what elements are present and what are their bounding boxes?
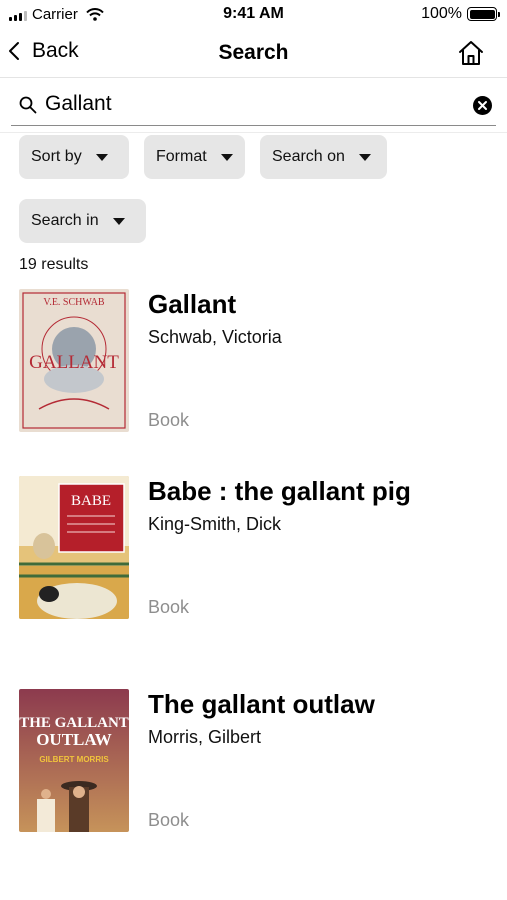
result-author: Morris, Gilbert: [148, 727, 262, 747]
caret-down-icon: [112, 217, 125, 225]
search-on-dropdown[interactable]: Search on: [260, 135, 387, 179]
caret-down-icon: [95, 153, 108, 161]
result-format: Book: [148, 597, 190, 617]
status-bar: Carrier 9:41 AM 100%: [0, 0, 507, 30]
book-cover-image: BABE: [19, 476, 129, 619]
nav-bar: Back Search: [0, 30, 507, 78]
caret-down-icon: [220, 153, 233, 161]
clear-search-icon[interactable]: [473, 96, 492, 115]
book-cover-image: THE GALLANT OUTLAW GILBERT MORRIS: [19, 689, 129, 832]
format-label: Format: [156, 148, 207, 165]
result-title[interactable]: Gallant: [148, 289, 236, 320]
battery-percent: 100%: [421, 5, 462, 22]
search-input[interactable]: [45, 89, 445, 119]
format-dropdown[interactable]: Format: [144, 135, 245, 179]
result-item[interactable]: THE GALLANT OUTLAW GILBERT MORRIS The ga…: [0, 689, 507, 839]
divider: [0, 132, 507, 133]
search-icon: [19, 96, 37, 114]
result-title[interactable]: The gallant outlaw: [148, 689, 375, 720]
result-title[interactable]: Babe : the gallant pig: [148, 476, 411, 507]
svg-text:V.E. SCHWAB: V.E. SCHWAB: [43, 297, 105, 308]
home-button[interactable]: [457, 39, 485, 67]
svg-text:THE GALLANT: THE GALLANT: [19, 715, 129, 731]
back-button[interactable]: Back: [8, 39, 79, 63]
result-author: Schwab, Victoria: [148, 327, 282, 347]
svg-text:BABE: BABE: [71, 493, 111, 509]
home-icon: [459, 41, 483, 65]
results-count: 19 results: [19, 256, 89, 273]
search-bar: [11, 84, 496, 126]
book-cover-image: V.E. SCHWAB GALLANT: [19, 289, 129, 432]
result-author: King-Smith, Dick: [148, 514, 282, 534]
sort-by-dropdown[interactable]: Sort by: [19, 135, 129, 179]
search-in-label: Search in: [31, 212, 99, 229]
status-right: 100%: [421, 5, 500, 23]
result-item[interactable]: V.E. SCHWAB GALLANT Gallant Schwab, Vict…: [0, 289, 507, 439]
caret-down-icon: [358, 153, 371, 161]
result-item[interactable]: BABE Babe : the gallant pig King-Smith, …: [0, 476, 507, 626]
svg-text:GALLANT: GALLANT: [29, 352, 119, 373]
battery-icon: [467, 7, 500, 21]
result-format: Book: [148, 810, 190, 830]
back-label: Back: [32, 39, 79, 62]
svg-text:OUTLAW: OUTLAW: [36, 730, 112, 749]
sort-by-label: Sort by: [31, 148, 82, 165]
search-in-dropdown[interactable]: Search in: [19, 199, 146, 243]
search-on-label: Search on: [272, 148, 345, 165]
result-format: Book: [148, 410, 190, 430]
svg-text:GILBERT MORRIS: GILBERT MORRIS: [39, 755, 109, 764]
chevron-left-icon: [9, 42, 19, 60]
